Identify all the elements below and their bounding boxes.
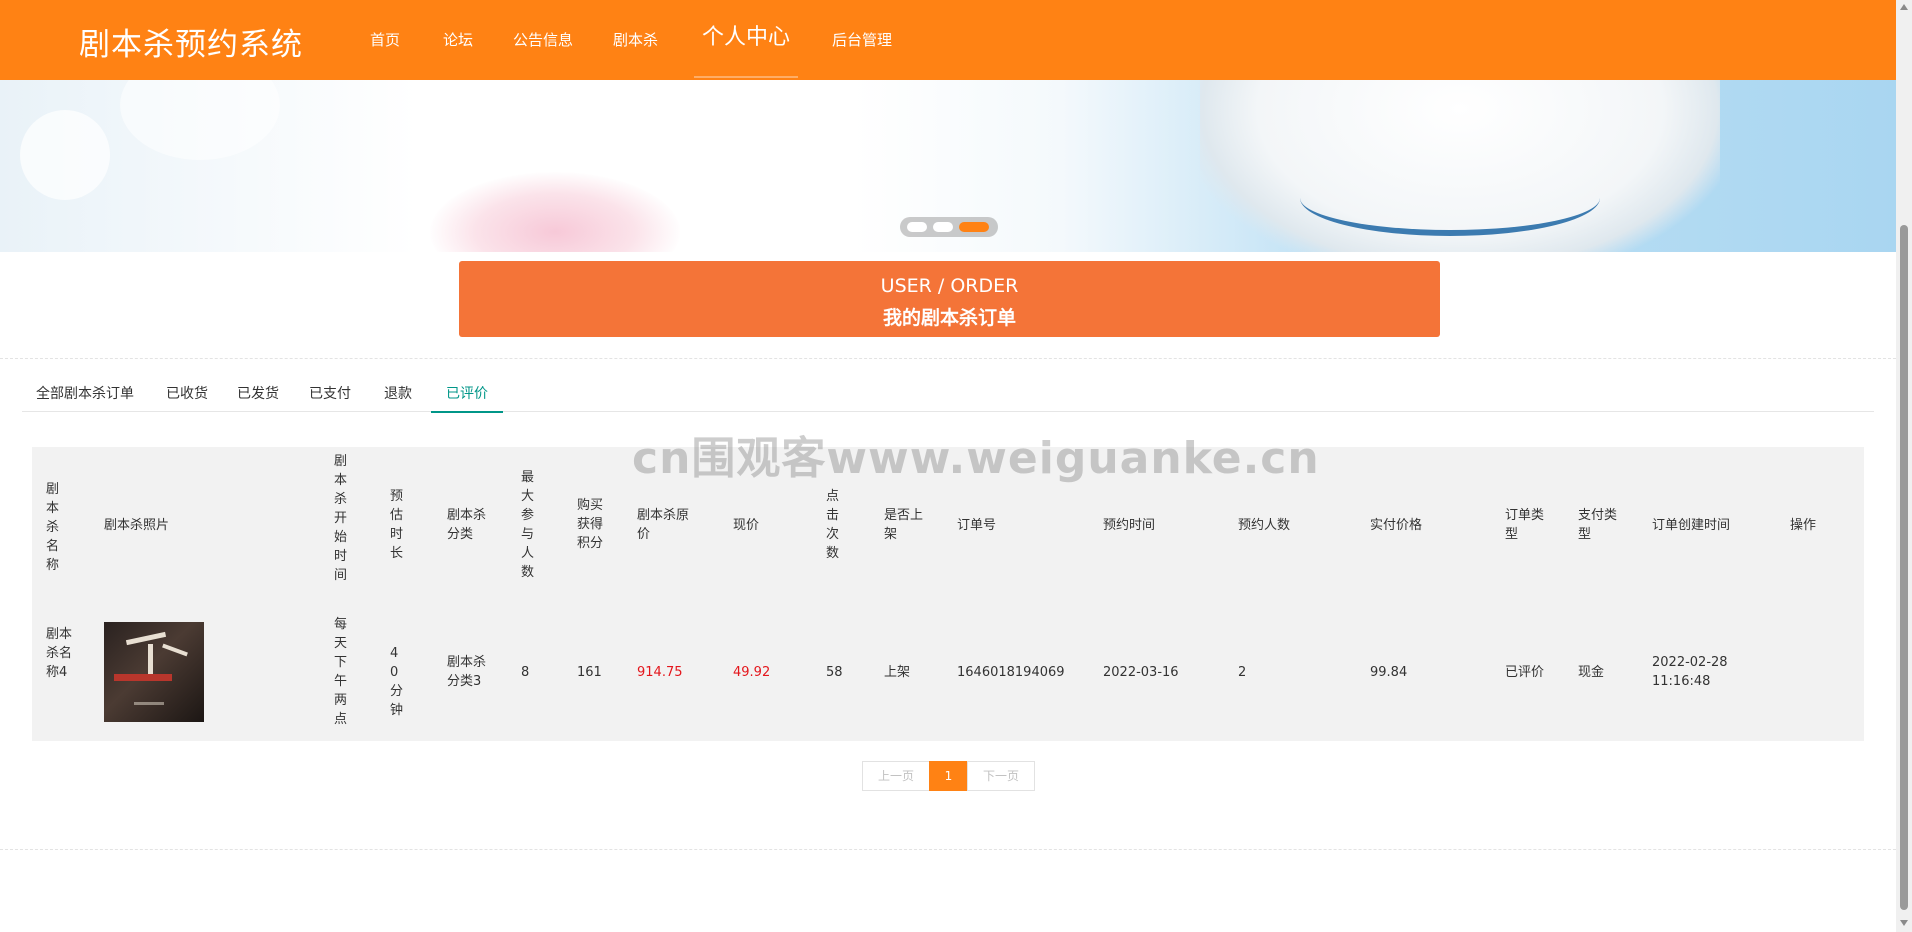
cell-reserve-time: 2022-03-16	[1103, 665, 1179, 680]
cell-on-shelf: 上架	[884, 665, 911, 680]
cell-order-no: 1646018194069	[957, 665, 1065, 680]
carousel-dot-1[interactable]	[907, 222, 927, 232]
scroll-down-arrow-icon[interactable]	[1900, 920, 1908, 926]
table-header: 最大参与人数	[521, 470, 535, 580]
cell-start-time: 每天下午两点	[334, 617, 348, 727]
table-header: 订单类型	[1505, 508, 1545, 542]
carousel-dot-3[interactable]	[959, 222, 989, 232]
table-header: 实付价格	[1370, 518, 1423, 533]
cell-duration: 40分钟	[390, 646, 404, 718]
cell-points: 161	[577, 665, 602, 680]
table-header: 预约人数	[1238, 518, 1291, 533]
prev-page-button[interactable]: 上一页	[862, 761, 930, 791]
cell-reserve-count: 2	[1238, 665, 1247, 680]
cell-created-at: 2022-02-28 11:16:48	[1652, 655, 1728, 689]
nav-item-home[interactable]: 首页	[370, 0, 400, 76]
nav-item-admin[interactable]: 后台管理	[832, 0, 892, 76]
order-title-en: USER / ORDER	[880, 275, 1019, 297]
order-title-bar: USER / ORDER 我的剧本杀订单	[459, 261, 1440, 337]
table-header: 购买获得积分	[577, 498, 604, 551]
nav-item-script[interactable]: 剧本杀	[613, 0, 658, 76]
tab-all-orders[interactable]: 全部剧本杀订单	[36, 381, 134, 411]
table-header: 点击次数	[826, 489, 840, 561]
banner-flower-image	[430, 172, 680, 252]
next-page-button[interactable]: 下一页	[967, 761, 1035, 791]
cell-current-price: 49.92	[733, 665, 771, 680]
photo-calligraphy	[125, 631, 167, 646]
watermark: cn围观客www.weiguanke.cn	[632, 433, 1320, 484]
banner-cloth-edge	[1300, 160, 1600, 236]
tab-refund[interactable]: 退款	[384, 381, 412, 411]
table-header: 剧本杀照片	[104, 518, 170, 533]
cell-script-name: 剧本杀名称4	[46, 627, 73, 680]
cell-order-type: 已评价	[1505, 665, 1545, 680]
top-header: 剧本杀预约系统 首页 论坛 公告信息 剧本杀 个人中心 后台管理	[0, 0, 1896, 80]
nav-item-user-center[interactable]: 个人中心	[694, 0, 798, 78]
page-1-button[interactable]: 1	[929, 761, 968, 791]
photo-figure	[134, 702, 164, 705]
table-header: 剧本杀分类	[447, 508, 487, 542]
site-title: 剧本杀预约系统	[79, 27, 303, 63]
cell-paid-price: 99.84	[1370, 665, 1408, 680]
tab-received[interactable]: 已收货	[166, 381, 208, 411]
cell-original-price: 914.75	[637, 665, 683, 680]
table-header: 预约时间	[1103, 518, 1156, 533]
carousel-indicator	[900, 217, 998, 237]
table-header: 操作	[1790, 518, 1817, 533]
nav-item-notice[interactable]: 公告信息	[513, 0, 573, 76]
banner-carousel[interactable]	[0, 80, 1896, 252]
table-header: 剧本杀原价	[637, 508, 690, 542]
banner-bubble	[120, 80, 280, 160]
page-scrollbar[interactable]	[1896, 0, 1912, 932]
carousel-dot-2[interactable]	[933, 222, 953, 232]
table-header: 是否上架	[884, 508, 924, 542]
photo-calligraphy	[148, 644, 153, 678]
table-header: 预估时长	[390, 489, 404, 561]
cell-max-people: 8	[521, 665, 530, 680]
table-header: 支付类型	[1578, 508, 1618, 542]
table-header: 订单号	[957, 518, 997, 533]
cell-pay-type: 现金	[1578, 665, 1605, 680]
order-title-cn: 我的剧本杀订单	[882, 307, 1016, 329]
banner-bubble	[20, 110, 110, 200]
cell-category: 剧本杀分类3	[447, 655, 487, 689]
scroll-thumb[interactable]	[1900, 225, 1908, 910]
table-header: 订单创建时间	[1652, 518, 1731, 533]
tab-shipped[interactable]: 已发货	[237, 381, 279, 411]
table-header: 剧本杀名称	[46, 482, 60, 573]
order-table: 剧本杀名称 剧本杀照片 剧本杀开始时间 预估时长 剧本杀分类 最大参与人数 购买…	[32, 447, 1864, 741]
table-header: 现价	[733, 518, 760, 533]
nav-item-forum[interactable]: 论坛	[443, 0, 473, 76]
scroll-up-arrow-icon[interactable]	[1900, 4, 1908, 10]
table-header: 剧本杀开始时间	[334, 454, 348, 583]
tab-reviewed[interactable]: 已评价	[431, 381, 503, 413]
order-tabs: 全部剧本杀订单 已收货 已发货 已支付 退款 已评价	[22, 381, 1874, 413]
tab-paid[interactable]: 已支付	[309, 381, 351, 411]
cell-clicks: 58	[826, 665, 843, 680]
script-photo[interactable]	[104, 622, 204, 722]
photo-calligraphy	[162, 643, 188, 657]
photo-seal	[114, 674, 172, 681]
